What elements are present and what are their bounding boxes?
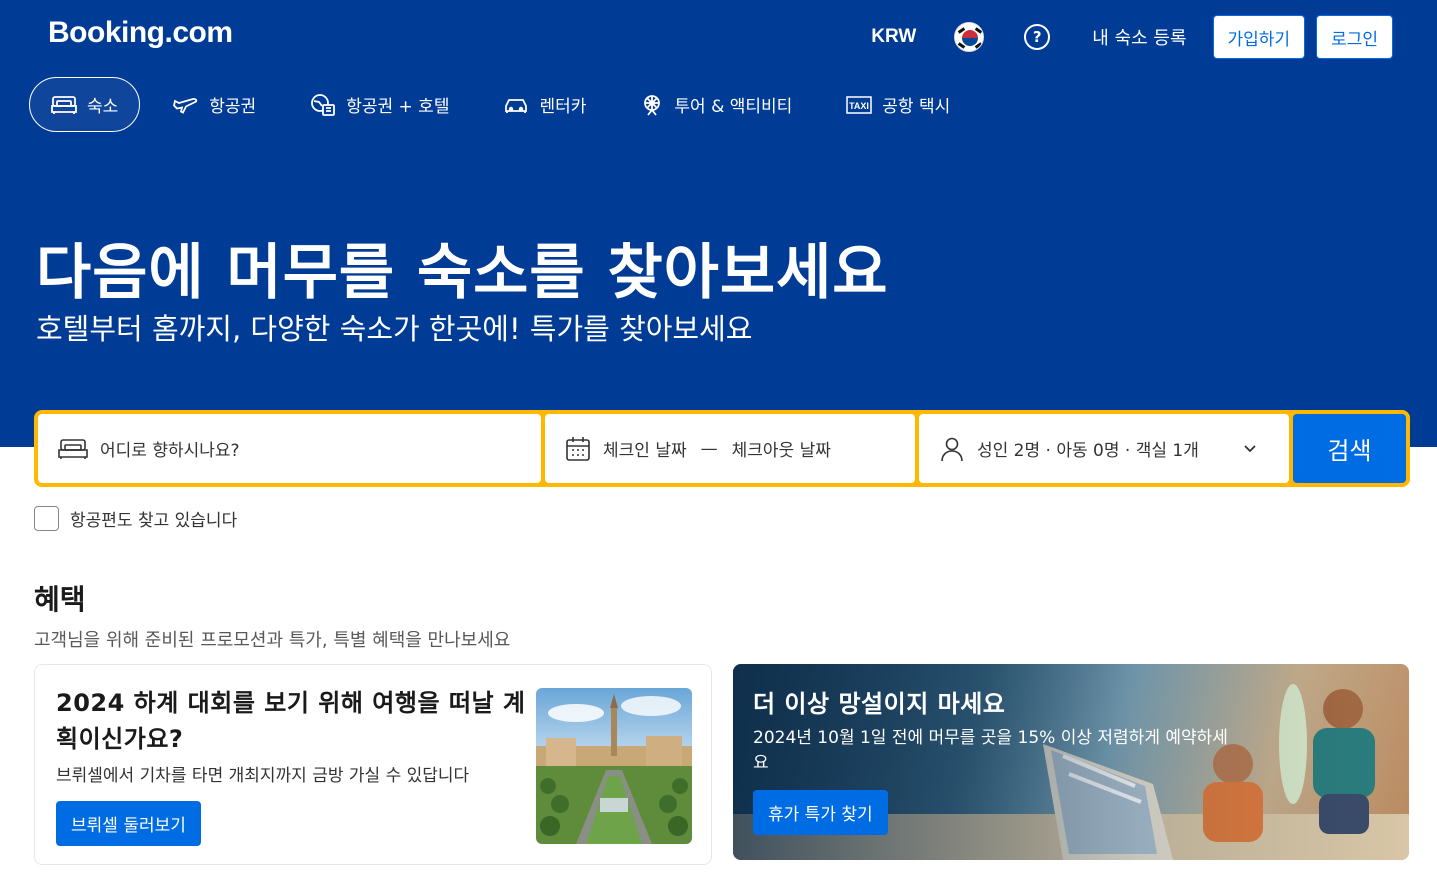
person-icon xyxy=(941,437,963,461)
tab-airport-taxis[interactable]: TAXI 공항 택시 xyxy=(825,77,971,132)
tab-car-rental[interactable]: 렌터카 xyxy=(482,77,607,132)
tab-attractions[interactable]: 투어 & 액티비티 xyxy=(619,77,813,132)
currency-selector[interactable]: KRW xyxy=(871,26,916,48)
flight-checkbox[interactable] xyxy=(34,506,59,531)
plane-icon xyxy=(173,97,198,114)
search-button[interactable]: 검색 xyxy=(1293,414,1406,483)
car-icon xyxy=(505,98,528,113)
offer-card-description: 2024년 10월 1일 전에 머무를 곳을 15% 이상 저렴하게 예약하세요 xyxy=(753,728,1228,773)
destination-input[interactable]: 어디로 향하시나요? xyxy=(38,414,541,483)
offer-card-title: 더 이상 망설이지 마세요 xyxy=(753,690,1006,718)
calendar-icon xyxy=(566,436,590,461)
bed-icon xyxy=(58,438,88,459)
explore-brussels-button[interactable]: 브뤼셀 둘러보기 xyxy=(56,801,201,846)
tab-label: 항공권 xyxy=(209,97,257,117)
tab-label: 투어 & 액티비티 xyxy=(674,97,793,117)
destination-placeholder: 어디로 향하시나요? xyxy=(100,441,240,461)
find-deals-button[interactable]: 휴가 특가 찾기 xyxy=(753,790,888,835)
flight-checkbox-row[interactable]: 항공편도 찾고 있습니다 xyxy=(34,506,237,531)
offer-card-description: 브뤼셀에서 기차를 타면 개최지까지 금방 가실 수 있답니다 xyxy=(56,766,470,786)
chevron-down-icon xyxy=(1244,444,1256,452)
search-bar: 어디로 향하시나요? 체크인 날짜 — 체크아웃 날짜 성인 2명 · 아동 0… xyxy=(34,410,1410,487)
header-actions: KRW ? 내 숙소 등록 가입하기 로그인 xyxy=(871,14,1393,60)
offers-subtitle: 고객님을 위해 준비된 프로모션과 특가, 특별 혜택을 만나보세요 xyxy=(34,630,511,651)
tab-label: 공항 택시 xyxy=(882,97,951,117)
brussels-image xyxy=(536,688,692,844)
checkin-date: 체크인 날짜 xyxy=(603,441,687,461)
flight-checkbox-label: 항공편도 찾고 있습니다 xyxy=(70,511,238,531)
occupancy-summary: 성인 2명 · 아동 0명 · 객실 1개 xyxy=(977,441,1199,461)
date-picker[interactable]: 체크인 날짜 — 체크아웃 날짜 xyxy=(545,414,915,483)
bed-icon xyxy=(51,95,77,114)
product-nav: 숙소 항공권 항공권 + 호텔 렌터카 투어 & 액티비티 TAXI 공항 택시 xyxy=(29,77,983,132)
checkout-date: 체크아웃 날짜 xyxy=(731,441,831,461)
booking-logo[interactable]: Booking.com xyxy=(48,16,233,50)
list-property-link[interactable]: 내 숙소 등록 xyxy=(1092,24,1186,50)
tab-flight-hotel[interactable]: 항공권 + 호텔 xyxy=(289,77,470,132)
hero-title: 다음에 머무를 숙소를 찾아보세요 xyxy=(36,238,889,308)
offer-card-title: 2024 하계 대회를 보기 위해 여행을 떠날 계획이신가요? xyxy=(56,689,526,753)
tab-label: 숙소 xyxy=(87,97,119,117)
occupancy-selector[interactable]: 성인 2명 · 아동 0명 · 객실 1개 xyxy=(919,414,1289,483)
offer-card-brussels: 2024 하계 대회를 보기 위해 여행을 떠날 계획이신가요? 브뤼셀에서 기… xyxy=(34,664,712,865)
attraction-icon xyxy=(644,94,661,116)
date-separator: — xyxy=(700,438,718,459)
register-button[interactable]: 가입하기 xyxy=(1212,15,1306,59)
plane-hotel-icon xyxy=(311,93,336,116)
help-icon[interactable]: ? xyxy=(1024,24,1051,50)
offers-title: 혜택 xyxy=(34,583,86,616)
tab-flights[interactable]: 항공권 xyxy=(152,77,277,132)
tab-stays[interactable]: 숙소 xyxy=(29,77,141,132)
south-korea-flag-icon[interactable] xyxy=(954,22,985,52)
hero-subtitle: 호텔부터 홈까지, 다양한 숙소가 한곳에! 특가를 찾아보세요 xyxy=(36,312,753,346)
offer-card-deals: 더 이상 망설이지 마세요 2024년 10월 1일 전에 머무를 곳을 15%… xyxy=(733,664,1409,860)
tab-label: 렌터카 xyxy=(539,97,587,117)
hero-banner: Booking.com KRW ? 내 숙소 등록 가입하기 로그인 숙소 항공… xyxy=(0,0,1437,447)
tab-label: 항공권 + 호텔 xyxy=(346,97,450,117)
taxi-icon: TAXI xyxy=(846,95,873,114)
sign-in-button[interactable]: 로그인 xyxy=(1316,15,1393,59)
svg-text:TAXI: TAXI xyxy=(849,101,869,111)
